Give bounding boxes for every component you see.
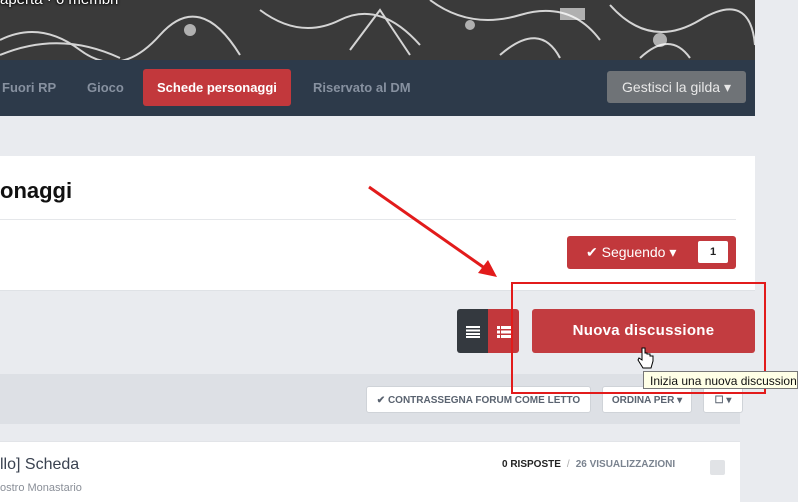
topic-stats: 0 RISPOSTE / 26 VISUALIZZAZIONI (502, 459, 675, 470)
page-title: onaggi (0, 178, 73, 203)
banner-artwork (0, 0, 755, 60)
sort-by-button[interactable]: ORDINA PER ▾ (602, 386, 692, 413)
table-row[interactable]: llo] Scheda 0 RISPOSTE / 26 VISUALIZZAZION… (0, 441, 740, 502)
mark-forum-read-button[interactable]: ✔ CONTRASSEGNA FORUM COME LETTO (366, 386, 591, 413)
nav-tab-schede-personaggi[interactable]: Schede personaggi (143, 69, 291, 106)
nav-tab-fuori-rp[interactable]: Fuori RP (2, 69, 56, 106)
forum-header: onaggi ✔ Seguendo ▾ 1 (0, 156, 755, 291)
guild-banner: aperta · 6 membri (0, 0, 755, 60)
guild-meta-text: aperta · 6 membri (0, 0, 118, 8)
guild-nav-bar: Fuori RP Gioco Schede personaggi Riserva… (0, 60, 755, 116)
stats-separator: / (566, 459, 570, 470)
select-menu-button[interactable]: ☐ ▾ (703, 386, 743, 413)
views-count: 26 VISUALIZZAZIONI (575, 459, 676, 470)
topic-select-checkbox[interactable] (710, 460, 725, 475)
new-discussion-tooltip: Inizia una nuova discussione (643, 371, 798, 389)
follow-count-badge: 1 (698, 241, 728, 263)
follow-label: ✔ Seguendo ▾ (586, 244, 677, 260)
topic-list-toolbar: ✔ CONTRASSEGNA FORUM COME LETTO ORDINA P… (0, 374, 743, 424)
grid-view-icon[interactable] (488, 309, 519, 353)
view-mode-toggle (457, 309, 519, 353)
replies-count: 0 RISPOSTE (502, 459, 561, 470)
topic-subtitle: ostro Monastario (0, 482, 82, 494)
follow-button[interactable]: ✔ Seguendo ▾ 1 (567, 236, 736, 269)
title-divider (0, 219, 736, 220)
nav-tab-gioco[interactable]: Gioco (87, 69, 124, 106)
list-view-icon[interactable] (457, 309, 488, 353)
hand-cursor-icon (637, 347, 654, 369)
nav-tab-riservato-dm[interactable]: Riservato al DM (313, 69, 411, 106)
manage-guild-button[interactable]: Gestisci la gilda ▾ (607, 71, 746, 103)
topic-title-link[interactable]: llo] Scheda (0, 456, 79, 474)
